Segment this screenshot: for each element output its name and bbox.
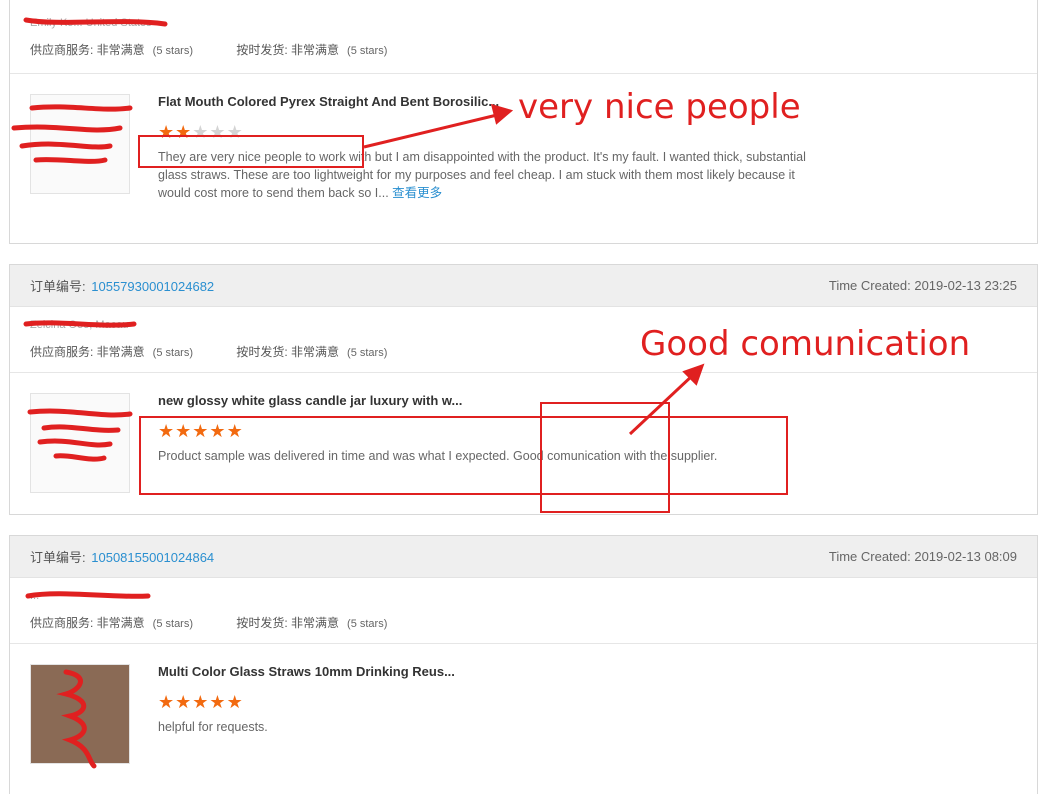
review-text-content: helpful for requests.	[158, 720, 268, 734]
star-rating: ★★★★★	[158, 422, 244, 440]
on-time-stars: (5 stars)	[347, 45, 388, 57]
star-filled-icon: ★	[175, 421, 193, 441]
time-created: Time Created: 2019-02-13 08:09	[828, 549, 1017, 564]
review-card: 订单编号: 10557930001024682 Time Created: 20…	[9, 264, 1038, 515]
on-time-rating: 按时发货: 非常满意 (5 stars)	[236, 614, 387, 631]
order-info: 订单编号: 10557930001024682	[30, 276, 214, 295]
product-thumbnail[interactable]	[30, 94, 130, 194]
review-card: Emily Ko... United States 供应商服务: 非常满意 (5 …	[9, 0, 1038, 244]
star-filled-icon: ★	[158, 692, 176, 712]
ratings-row: 供应商服务: 非常满意 (5 stars) 按时发货: 非常满意 (5 stars)	[30, 343, 427, 360]
on-time-label: 按时发货: 非常满意	[236, 345, 340, 359]
supplier-service-label: 供应商服务: 非常满意	[30, 43, 145, 57]
star-filled-icon: ★	[226, 692, 244, 712]
supplier-service-stars: (5 stars)	[152, 618, 194, 630]
star-filled-icon: ★	[209, 421, 227, 441]
on-time-label: 按时发货: 非常满意	[236, 616, 340, 630]
product-thumbnail[interactable]	[30, 664, 130, 764]
order-info: 订单编号: 10508155001024864	[30, 547, 214, 566]
review-card: 订单编号: 10508155001024864 Time Created: 20…	[9, 535, 1038, 794]
star-filled-icon: ★	[209, 692, 227, 712]
product-title[interactable]: new glossy white glass candle jar luxury…	[158, 393, 462, 408]
supplier-service-label: 供应商服务: 非常满意	[30, 616, 145, 630]
on-time-rating: 按时发货: 非常满意 (5 stars)	[236, 343, 387, 360]
order-number-link[interactable]: 10508155001024864	[91, 550, 214, 565]
product-title[interactable]: Flat Mouth Colored Pyrex Straight And Be…	[158, 94, 499, 109]
see-more-link[interactable]: 查看更多	[392, 186, 442, 200]
star-filled-icon: ★	[175, 692, 193, 712]
review-text-content: They are very nice people to work with b…	[158, 150, 806, 200]
supplier-service-stars: (5 stars)	[152, 347, 194, 359]
star-empty-icon: ★	[226, 122, 244, 142]
product-title[interactable]: Multi Color Glass Straws 10mm Drinking R…	[158, 664, 455, 679]
review-text: helpful for requests.	[158, 718, 818, 736]
review-body: Flat Mouth Colored Pyrex Straight And Be…	[10, 74, 1037, 204]
star-filled-icon: ★	[192, 421, 210, 441]
ratings-row: 供应商服务: 非常满意 (5 stars) 按时发货: 非常满意 (5 stars)	[30, 41, 427, 58]
order-number-link[interactable]: 10557930001024682	[91, 279, 214, 294]
review-body: new glossy white glass candle jar luxury…	[10, 373, 1037, 503]
buyer-name: ...	[30, 590, 40, 602]
star-filled-icon: ★	[226, 421, 244, 441]
on-time-label: 按时发货: 非常满意	[236, 43, 340, 57]
buyer-ratings: Zelcina Ooo, Macau 供应商服务: 非常满意 (5 stars) …	[10, 307, 1037, 373]
product-thumbnail[interactable]	[30, 393, 130, 493]
order-header: 订单编号: 10557930001024682 Time Created: 20…	[10, 265, 1037, 307]
on-time-stars: (5 stars)	[347, 618, 388, 630]
buyer-name: Emily Ko... United States	[30, 17, 152, 29]
on-time-rating: 按时发货: 非常满意 (5 stars)	[236, 41, 387, 58]
on-time-stars: (5 stars)	[347, 347, 388, 359]
time-created: Time Created: 2019-02-13 23:25	[828, 278, 1017, 293]
buyer-ratings: ... 供应商服务: 非常满意 (5 stars) 按时发货: 非常满意 (5 st…	[10, 578, 1037, 644]
star-empty-icon: ★	[192, 122, 210, 142]
star-rating: ★★★★★	[158, 693, 244, 711]
supplier-service-rating: 供应商服务: 非常满意 (5 stars)	[30, 614, 193, 631]
supplier-service-stars: (5 stars)	[152, 45, 194, 57]
review-list: Emily Ko... United States 供应商服务: 非常满意 (5 …	[0, 0, 1053, 794]
order-header: 订单编号: 10508155001024864 Time Created: 20…	[10, 536, 1037, 578]
supplier-service-rating: 供应商服务: 非常满意 (5 stars)	[30, 41, 193, 58]
star-filled-icon: ★	[158, 421, 176, 441]
review-body: Multi Color Glass Straws 10mm Drinking R…	[10, 644, 1037, 774]
star-empty-icon: ★	[209, 122, 227, 142]
ratings-row: 供应商服务: 非常满意 (5 stars) 按时发货: 非常满意 (5 stars)	[30, 614, 427, 631]
star-filled-icon: ★	[175, 122, 193, 142]
star-rating: ★★★★★	[158, 123, 244, 141]
buyer-name: Zelcina Ooo, Macau	[30, 319, 129, 331]
buyer-ratings: Emily Ko... United States 供应商服务: 非常满意 (5 …	[10, 0, 1037, 74]
review-text: They are very nice people to work with b…	[158, 148, 818, 202]
review-text: Product sample was delivered in time and…	[158, 447, 818, 465]
star-filled-icon: ★	[158, 122, 176, 142]
review-text-content: Product sample was delivered in time and…	[158, 449, 718, 463]
supplier-service-label: 供应商服务: 非常满意	[30, 345, 145, 359]
order-label: 订单编号:	[30, 550, 86, 565]
supplier-service-rating: 供应商服务: 非常满意 (5 stars)	[30, 343, 193, 360]
star-filled-icon: ★	[192, 692, 210, 712]
order-label: 订单编号:	[30, 279, 86, 294]
